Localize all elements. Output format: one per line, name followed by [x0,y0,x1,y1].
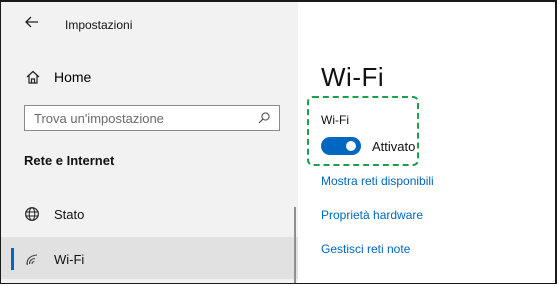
sidebar-item-label: Wi-Fi [54,252,85,267]
sidebar-item-home[interactable]: Home [1,62,298,92]
wifi-toggle-label: Wi-Fi [321,113,349,127]
settings-window: Impostazioni Home Rete e Internet [0,0,557,284]
page-title: Wi-Fi [321,62,385,92]
wifi-toggle-state: Attivato [372,139,416,154]
show-available-networks-link[interactable]: Mostra reti disponibili [321,174,434,188]
section-heading: Rete e Internet [24,153,115,168]
back-arrow-icon[interactable] [21,13,43,31]
sidebar-item-label: Home [54,69,92,85]
sidebar-item-wifi[interactable]: Wi-Fi [1,237,298,279]
sidebar-item-label: Stato [54,207,85,222]
globe-icon [24,206,40,222]
sidebar-scrollbar[interactable] [294,207,296,283]
toggle-knob [346,141,356,151]
search-input[interactable] [25,106,254,130]
title-bar: Impostazioni [1,2,298,42]
selected-indicator [11,248,14,270]
search-icon[interactable] [257,111,271,125]
search-box[interactable] [24,105,280,131]
app-title: Impostazioni [65,18,133,32]
sidebar: Impostazioni Home Rete e Internet [1,2,298,283]
wifi-icon [24,251,40,267]
content-pane: Wi-Fi Wi-Fi Attivato Mostra reti disponi… [298,2,555,283]
manage-known-networks-link[interactable]: Gestisci reti note [321,242,410,256]
wifi-toggle-switch[interactable] [321,137,361,155]
highlight-annotation [307,96,419,166]
sidebar-item-stato[interactable]: Stato [1,194,298,234]
hardware-properties-link[interactable]: Proprietà hardware [321,208,423,222]
home-icon [25,69,41,85]
